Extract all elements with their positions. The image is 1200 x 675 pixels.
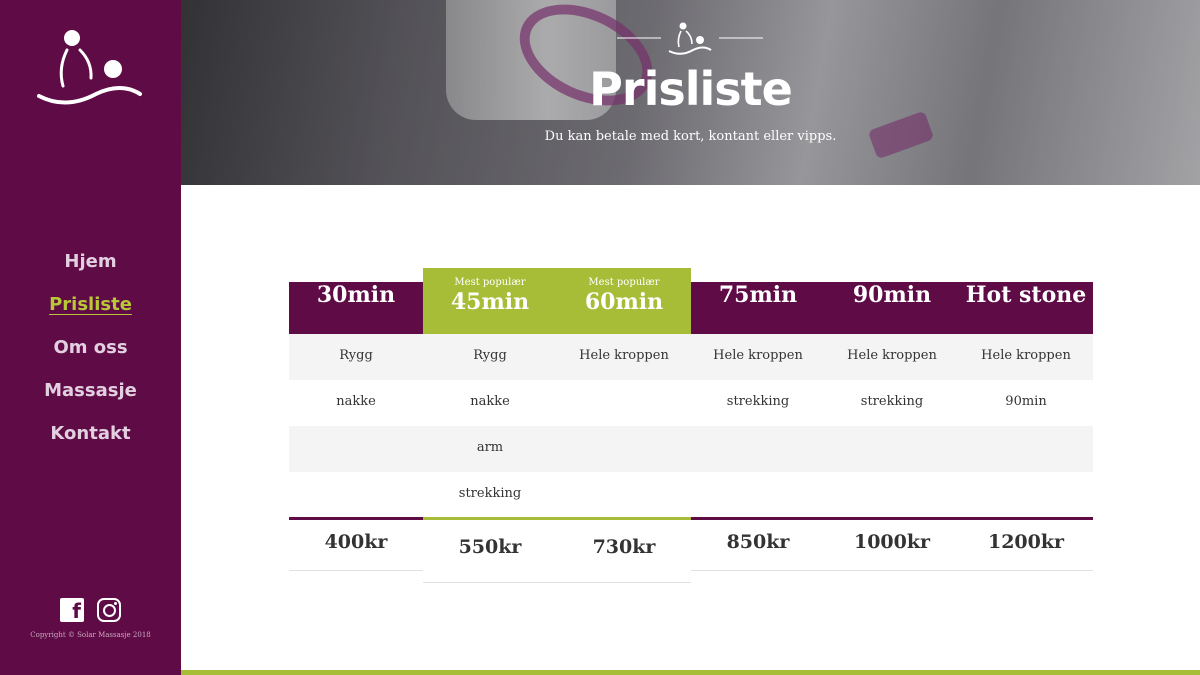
instagram-icon[interactable] <box>97 598 121 622</box>
price-feature-row <box>289 472 423 518</box>
price-feature-row: nakke <box>470 394 510 409</box>
price-feature-row <box>959 472 1093 518</box>
price-column: 75min Hele kroppen strekking 850kr <box>691 268 825 584</box>
price-amount: 1000kr <box>825 520 959 571</box>
nav-item-om-oss[interactable]: Om oss <box>0 330 181 373</box>
price-feature-row: 90min <box>1005 394 1047 409</box>
price-column-title: 45min <box>450 289 530 315</box>
price-column-header: Mest populær 60min <box>557 268 691 334</box>
price-column-title: 30min <box>316 282 396 308</box>
price-feature-row <box>959 426 1093 472</box>
price-feature-row: Rygg <box>423 334 557 380</box>
hero-banner: Prisliste Du kan betale med kort, kontan… <box>181 0 1200 185</box>
price-column-title: 60min <box>584 289 664 315</box>
price-amount: 730kr <box>557 520 691 583</box>
nav-item-massasje[interactable]: Massasje <box>0 373 181 416</box>
price-column-title: Hot stone <box>965 282 1087 308</box>
nav-item-prisliste[interactable]: Prisliste <box>0 287 181 330</box>
price-column: 90min Hele kroppen strekking 1000kr <box>825 268 959 584</box>
price-feature-row <box>289 426 423 472</box>
price-feature-row <box>557 472 691 518</box>
social-links: f <box>60 598 122 624</box>
price-feature-row: Hele kroppen <box>959 334 1093 380</box>
price-feature-row <box>825 426 959 472</box>
price-column-title: 75min <box>718 282 798 308</box>
price-feature-row: strekking <box>458 486 522 501</box>
price-column: Hot stone Hele kroppen 90min 1200kr <box>959 268 1093 584</box>
price-table: 30min Rygg nakke 400kr Mest populær 45min Rygg… <box>289 268 1093 584</box>
price-feature-row: Hele kroppen <box>825 334 959 380</box>
popular-badge: Mest populær <box>454 277 526 288</box>
page-title: Prisliste <box>589 62 793 116</box>
facebook-icon[interactable]: f <box>60 598 84 623</box>
price-feature-row: Hele kroppen <box>691 334 825 380</box>
footer-accent-bar <box>181 670 1200 675</box>
main-nav: Hjem Prisliste Om oss Massasje Kontakt <box>0 244 181 459</box>
price-feature-row: strekking <box>726 394 790 409</box>
massage-emblem-icon <box>617 22 763 55</box>
price-amount: 400kr <box>289 520 423 571</box>
price-feature-row <box>825 472 959 518</box>
price-feature-row <box>557 426 691 472</box>
price-column: Mest populær 60min Hele kroppen 730kr <box>557 268 691 584</box>
sidebar: Hjem Prisliste Om oss Massasje Kontakt f… <box>0 0 181 675</box>
price-feature-row: arm <box>423 426 557 472</box>
price-feature-row: Hele kroppen <box>557 334 691 380</box>
price-column: 30min Rygg nakke 400kr <box>289 268 423 584</box>
copyright-text: Copyright © Solar Massasje 2018 <box>30 631 151 639</box>
price-amount: 550kr <box>423 520 557 583</box>
price-feature-row: nakke <box>336 394 376 409</box>
price-feature-row <box>691 426 825 472</box>
price-column-header: 90min <box>825 282 959 334</box>
price-column-header: 30min <box>289 282 423 334</box>
nav-item-kontakt[interactable]: Kontakt <box>0 416 181 459</box>
price-amount: 850kr <box>691 520 825 571</box>
price-column-header: 75min <box>691 282 825 334</box>
price-feature-row: strekking <box>860 394 924 409</box>
price-column: Mest populær 45min Rygg nakke arm strekking 55… <box>423 268 557 584</box>
massage-logo-icon[interactable] <box>36 24 144 114</box>
price-feature-row <box>557 380 691 426</box>
price-feature-row: Rygg <box>289 334 423 380</box>
price-feature-row <box>691 472 825 518</box>
price-column-header: Hot stone <box>959 282 1093 334</box>
price-column-header: Mest populær 45min <box>423 268 557 334</box>
nav-item-hjem[interactable]: Hjem <box>0 244 181 287</box>
page-subtitle: Du kan betale med kort, kontant eller vi… <box>544 129 837 144</box>
popular-badge: Mest populær <box>588 277 660 288</box>
price-column-title: 90min <box>852 282 932 308</box>
price-amount: 1200kr <box>959 520 1093 571</box>
